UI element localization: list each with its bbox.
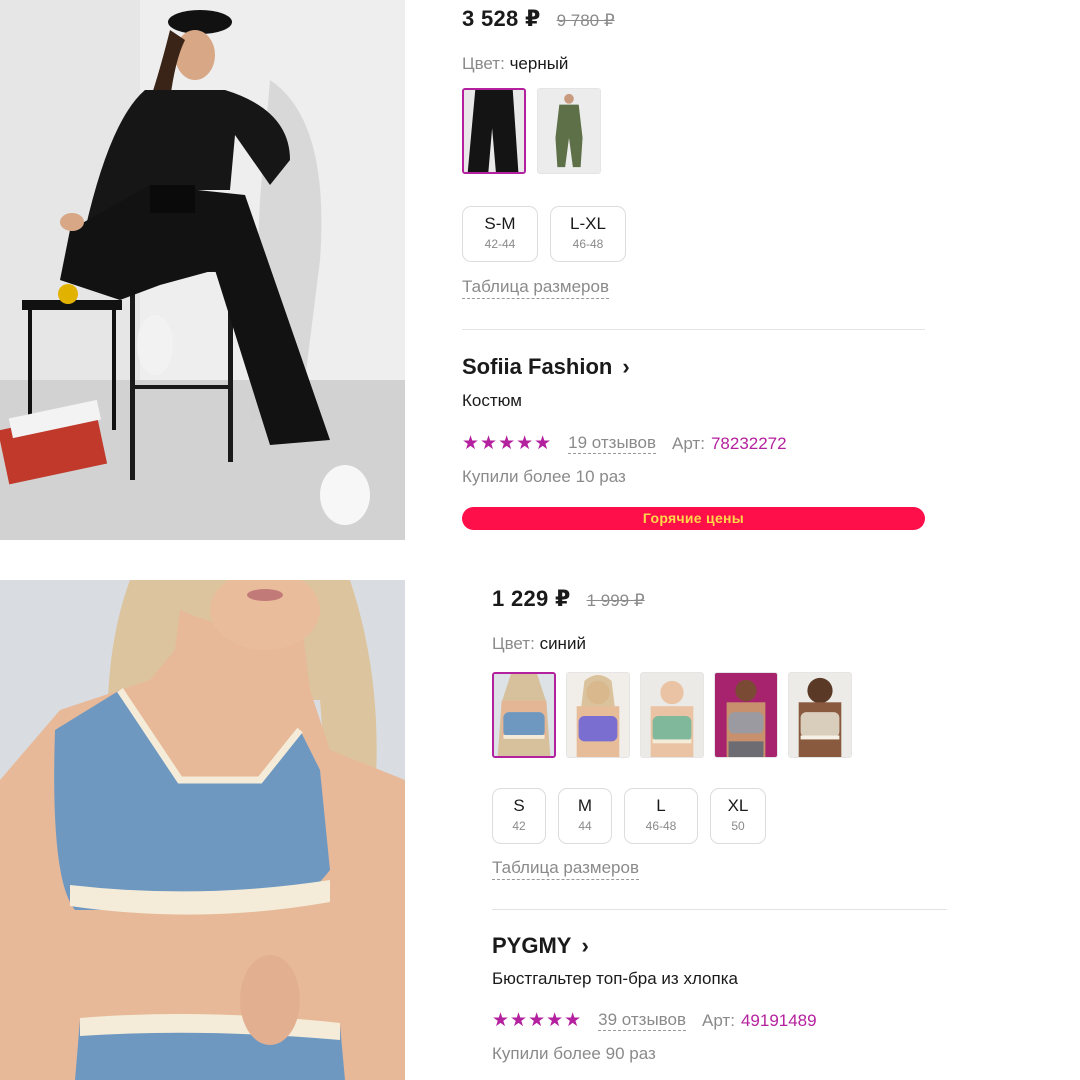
size-range: 50: [731, 819, 745, 833]
old-price: 1 999 ₽: [586, 591, 645, 610]
size-label: S-M: [484, 214, 516, 233]
size-label: L: [656, 796, 666, 815]
product-name: Бюстгальтер топ-бра из хлопка: [492, 969, 738, 988]
size-range: 44: [578, 819, 592, 833]
color-swatch-green[interactable]: [640, 672, 704, 758]
color-swatch-blue[interactable]: [492, 672, 556, 758]
color-swatch-grey[interactable]: [714, 672, 778, 758]
color-value: черный: [509, 54, 569, 73]
brand-link[interactable]: Sofiia Fashion ›: [462, 354, 630, 380]
rating-row: ★★★★★ 39 отзывов Арт: 49191489: [492, 1009, 817, 1032]
size-label: S: [513, 796, 525, 815]
size-label: L-XL: [570, 214, 606, 233]
color-swatch-green[interactable]: [537, 88, 601, 174]
color-swatch-beige[interactable]: [788, 672, 852, 758]
size-options: S 42 M 44 L 46-48 XL 50: [492, 788, 766, 844]
rating-row: ★★★★★ 19 отзывов Арт: 78232272: [462, 432, 787, 455]
product-info-panel: 3 528 ₽ 9 780 ₽ Цвет: черный S-M 42-44 L…: [462, 0, 925, 540]
color-swatch-purple[interactable]: [566, 672, 630, 758]
product-photo-suit[interactable]: [0, 0, 405, 540]
price-row: 1 229 ₽ 1 999 ₽: [492, 586, 645, 612]
color-label-row: Цвет: синий: [492, 634, 586, 654]
size-option-m[interactable]: M 44: [558, 788, 612, 844]
brand-name: PYGMY: [492, 933, 572, 958]
star-icon: ★★★★★: [462, 433, 553, 454]
color-swatches: [492, 672, 852, 758]
size-label: M: [577, 796, 593, 815]
color-swatches: [462, 88, 601, 174]
size-table-link[interactable]: Таблица размеров: [492, 858, 639, 880]
color-label: Цвет:: [462, 54, 505, 73]
purchase-count: Купили более 90 раз: [492, 1044, 656, 1063]
product-photo-bra[interactable]: [0, 580, 405, 1080]
color-label-row: Цвет: черный: [462, 54, 568, 74]
size-options: S-M 42-44 L-XL 46-48: [462, 206, 626, 262]
product-info-panel: 1 229 ₽ 1 999 ₽ Цвет: синий S 42 M 44 L …: [492, 580, 947, 1080]
size-option-l-xl[interactable]: L-XL 46-48: [550, 206, 626, 262]
article-number: 78232272: [710, 433, 787, 453]
size-option-xl[interactable]: XL 50: [710, 788, 766, 844]
size-option-l[interactable]: L 46-48: [624, 788, 698, 844]
promo-banner[interactable]: Горячие цены: [462, 507, 925, 530]
current-price: 3 528 ₽: [462, 6, 541, 31]
chevron-right-icon: ›: [581, 933, 589, 958]
color-label: Цвет:: [492, 634, 535, 653]
old-price: 9 780 ₽: [556, 11, 615, 30]
color-value: синий: [539, 634, 586, 653]
purchase-count: Купили более 10 раз: [462, 467, 626, 486]
color-swatch-black[interactable]: [462, 88, 526, 174]
size-option-s[interactable]: S 42: [492, 788, 546, 844]
size-label: XL: [727, 796, 749, 815]
brand-link[interactable]: PYGMY ›: [492, 933, 589, 959]
size-range: 42: [512, 819, 526, 833]
size-option-s-m[interactable]: S-M 42-44: [462, 206, 538, 262]
current-price: 1 229 ₽: [492, 586, 571, 611]
size-range: 42-44: [484, 237, 516, 251]
article-label: Арт:: [702, 1010, 735, 1030]
article-label: Арт:: [672, 433, 705, 453]
product-name: Костюм: [462, 391, 522, 410]
size-range: 46-48: [572, 237, 604, 251]
star-icon: ★★★★★: [492, 1010, 583, 1031]
divider: [492, 909, 947, 910]
reviews-link[interactable]: 19 отзывов: [568, 433, 657, 454]
size-range: 46-48: [645, 819, 677, 833]
reviews-link[interactable]: 39 отзывов: [598, 1010, 687, 1031]
article-number: 49191489: [740, 1010, 817, 1030]
chevron-right-icon: ›: [622, 354, 630, 379]
divider: [462, 329, 925, 330]
brand-name: Sofiia Fashion: [462, 354, 613, 379]
size-table-link[interactable]: Таблица размеров: [462, 277, 609, 299]
price-row: 3 528 ₽ 9 780 ₽: [462, 6, 615, 32]
